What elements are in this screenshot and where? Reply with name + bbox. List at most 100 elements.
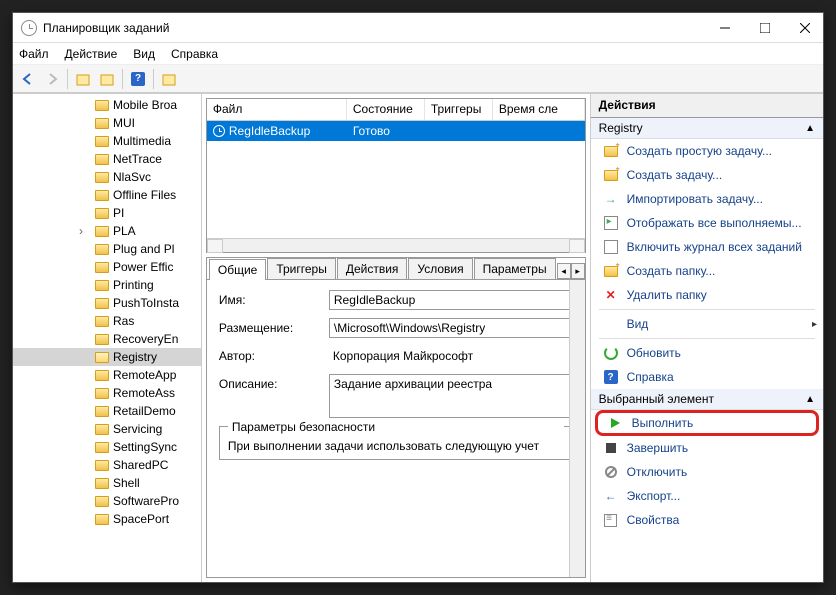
tree-item[interactable]: RemoteAss bbox=[13, 384, 201, 402]
tab-nav-left[interactable]: ◂ bbox=[557, 263, 571, 279]
action-run[interactable]: Выполнить bbox=[595, 410, 819, 436]
task-row-selected[interactable]: RegIdleBackup Готово bbox=[207, 121, 585, 141]
tree-item[interactable]: SharedPC bbox=[13, 456, 201, 474]
tree-item[interactable]: SettingSync bbox=[13, 438, 201, 456]
action-view[interactable]: Вид▸ bbox=[591, 312, 823, 336]
tree-item[interactable]: NetTrace bbox=[13, 150, 201, 168]
actions-header: Действия bbox=[591, 94, 823, 118]
action-item[interactable]: Удалить папку bbox=[591, 283, 823, 307]
maximize-button[interactable] bbox=[755, 18, 775, 38]
toolbar: ? bbox=[13, 65, 823, 93]
folder-new-icon bbox=[603, 167, 619, 183]
action-disable[interactable]: Отключить bbox=[591, 460, 823, 484]
tab-conditions[interactable]: Условия bbox=[408, 258, 472, 279]
action-end[interactable]: Завершить bbox=[591, 436, 823, 460]
toolbar-separator bbox=[122, 69, 123, 89]
tree-item[interactable]: Offline Files bbox=[13, 186, 201, 204]
import-icon bbox=[603, 191, 619, 207]
tree-item[interactable]: Multimedia bbox=[13, 132, 201, 150]
menu-file[interactable]: Файл bbox=[19, 47, 49, 61]
action-export[interactable]: Экспорт... bbox=[591, 484, 823, 508]
toolbar-btn-2[interactable] bbox=[96, 68, 118, 90]
tree-pane: Mobile Broa MUI MultimediaNetTraceNlaSvcOf… bbox=[13, 94, 202, 582]
tab-actions[interactable]: Действия bbox=[337, 258, 408, 279]
security-text: При выполнении задачи использовать следу… bbox=[228, 439, 564, 453]
name-input[interactable] bbox=[329, 290, 573, 310]
tree-item-label: SharedPC bbox=[113, 458, 168, 472]
play-icon bbox=[608, 415, 624, 431]
separator bbox=[599, 338, 815, 339]
tab-general[interactable]: Общие bbox=[209, 259, 266, 280]
actions-group-registry[interactable]: Registry▲ bbox=[591, 118, 823, 139]
tree-item[interactable]: RetailDemo bbox=[13, 402, 201, 420]
vertical-scrollbar[interactable] bbox=[569, 280, 585, 577]
toolbar-separator bbox=[67, 69, 68, 89]
col-triggers[interactable]: Триггеры bbox=[425, 99, 493, 120]
tab-triggers[interactable]: Триггеры bbox=[267, 258, 336, 279]
task-detail-pane: Общие Триггеры Действия Условия Параметр… bbox=[206, 257, 586, 578]
folder-icon bbox=[95, 298, 109, 309]
action-label: Создать задачу... bbox=[627, 168, 723, 182]
forward-button[interactable] bbox=[41, 68, 63, 90]
folder-icon bbox=[95, 154, 109, 165]
tree-item[interactable]: Registry bbox=[13, 348, 201, 366]
minimize-button[interactable] bbox=[715, 18, 735, 38]
tree-item[interactable]: PushToInsta bbox=[13, 294, 201, 312]
action-item[interactable]: Отображать все выполняемы... bbox=[591, 211, 823, 235]
tree-item-label: MUI bbox=[113, 116, 135, 130]
tree-item[interactable]: SpacePort bbox=[13, 510, 201, 528]
view-icon bbox=[603, 316, 619, 332]
action-item[interactable]: Импортировать задачу... bbox=[591, 187, 823, 211]
toolbar-btn-3[interactable] bbox=[158, 68, 180, 90]
col-state[interactable]: Состояние bbox=[347, 99, 425, 120]
action-item[interactable]: Создать задачу... bbox=[591, 163, 823, 187]
action-item[interactable]: Включить журнал всех заданий bbox=[591, 235, 823, 259]
delete-icon bbox=[603, 287, 619, 303]
tree-item[interactable]: RemoteApp bbox=[13, 366, 201, 384]
toolbar-btn-1[interactable] bbox=[72, 68, 94, 90]
task-list-headers: Файл Состояние Триггеры Время сле bbox=[207, 99, 585, 121]
tree-item-label: SpacePort bbox=[113, 512, 169, 526]
tree-item[interactable]: Power Effic bbox=[13, 258, 201, 276]
close-button[interactable] bbox=[795, 18, 815, 38]
menu-action[interactable]: Действие bbox=[65, 47, 118, 61]
help-button[interactable]: ? bbox=[127, 68, 149, 90]
tree-item[interactable]: Servicing bbox=[13, 420, 201, 438]
tree-item[interactable]: MUI bbox=[13, 114, 201, 132]
action-refresh[interactable]: Обновить bbox=[591, 341, 823, 365]
folder-icon bbox=[95, 208, 109, 219]
horizontal-scrollbar[interactable] bbox=[207, 238, 585, 252]
tree-item[interactable]: Ras bbox=[13, 312, 201, 330]
back-button[interactable] bbox=[17, 68, 39, 90]
menu-help[interactable]: Справка bbox=[171, 47, 218, 61]
author-value bbox=[329, 346, 573, 366]
tree-item[interactable]: RecoveryEn bbox=[13, 330, 201, 348]
col-file[interactable]: Файл bbox=[207, 99, 347, 120]
tree-item[interactable]: SoftwarePro bbox=[13, 492, 201, 510]
tree-item[interactable]: NlaSvc bbox=[13, 168, 201, 186]
tree-item-label: PI bbox=[113, 206, 124, 220]
action-label: Импортировать задачу... bbox=[627, 192, 763, 206]
menu-view[interactable]: Вид bbox=[133, 47, 155, 61]
tree-list[interactable]: Mobile Broa MUI MultimediaNetTraceNlaSvcOf… bbox=[13, 94, 201, 582]
tab-settings[interactable]: Параметры bbox=[474, 258, 556, 279]
action-item[interactable]: Создать папку... bbox=[591, 259, 823, 283]
tree-item[interactable]: PLA bbox=[13, 222, 201, 240]
app-icon bbox=[21, 20, 37, 36]
tree-item[interactable]: Shell bbox=[13, 474, 201, 492]
tree-item[interactable]: Plug and Pl bbox=[13, 240, 201, 258]
action-properties[interactable]: Свойства bbox=[591, 508, 823, 532]
action-item[interactable]: Создать простую задачу... bbox=[591, 139, 823, 163]
tree-item[interactable]: Mobile Broa bbox=[13, 96, 201, 114]
titlebar: Планировщик заданий bbox=[13, 13, 823, 43]
col-next-time[interactable]: Время сле bbox=[493, 99, 585, 120]
location-input[interactable] bbox=[329, 318, 573, 338]
folder-icon bbox=[95, 388, 109, 399]
actions-group-selected[interactable]: Выбранный элемент▲ bbox=[591, 389, 823, 410]
tab-nav-right[interactable]: ▸ bbox=[571, 263, 585, 279]
folder-icon bbox=[95, 100, 109, 111]
tree-item[interactable]: PI bbox=[13, 204, 201, 222]
action-help[interactable]: ?Справка bbox=[591, 365, 823, 389]
desc-textarea[interactable]: Задание архивации реестра bbox=[329, 374, 573, 418]
tree-item[interactable]: Printing bbox=[13, 276, 201, 294]
